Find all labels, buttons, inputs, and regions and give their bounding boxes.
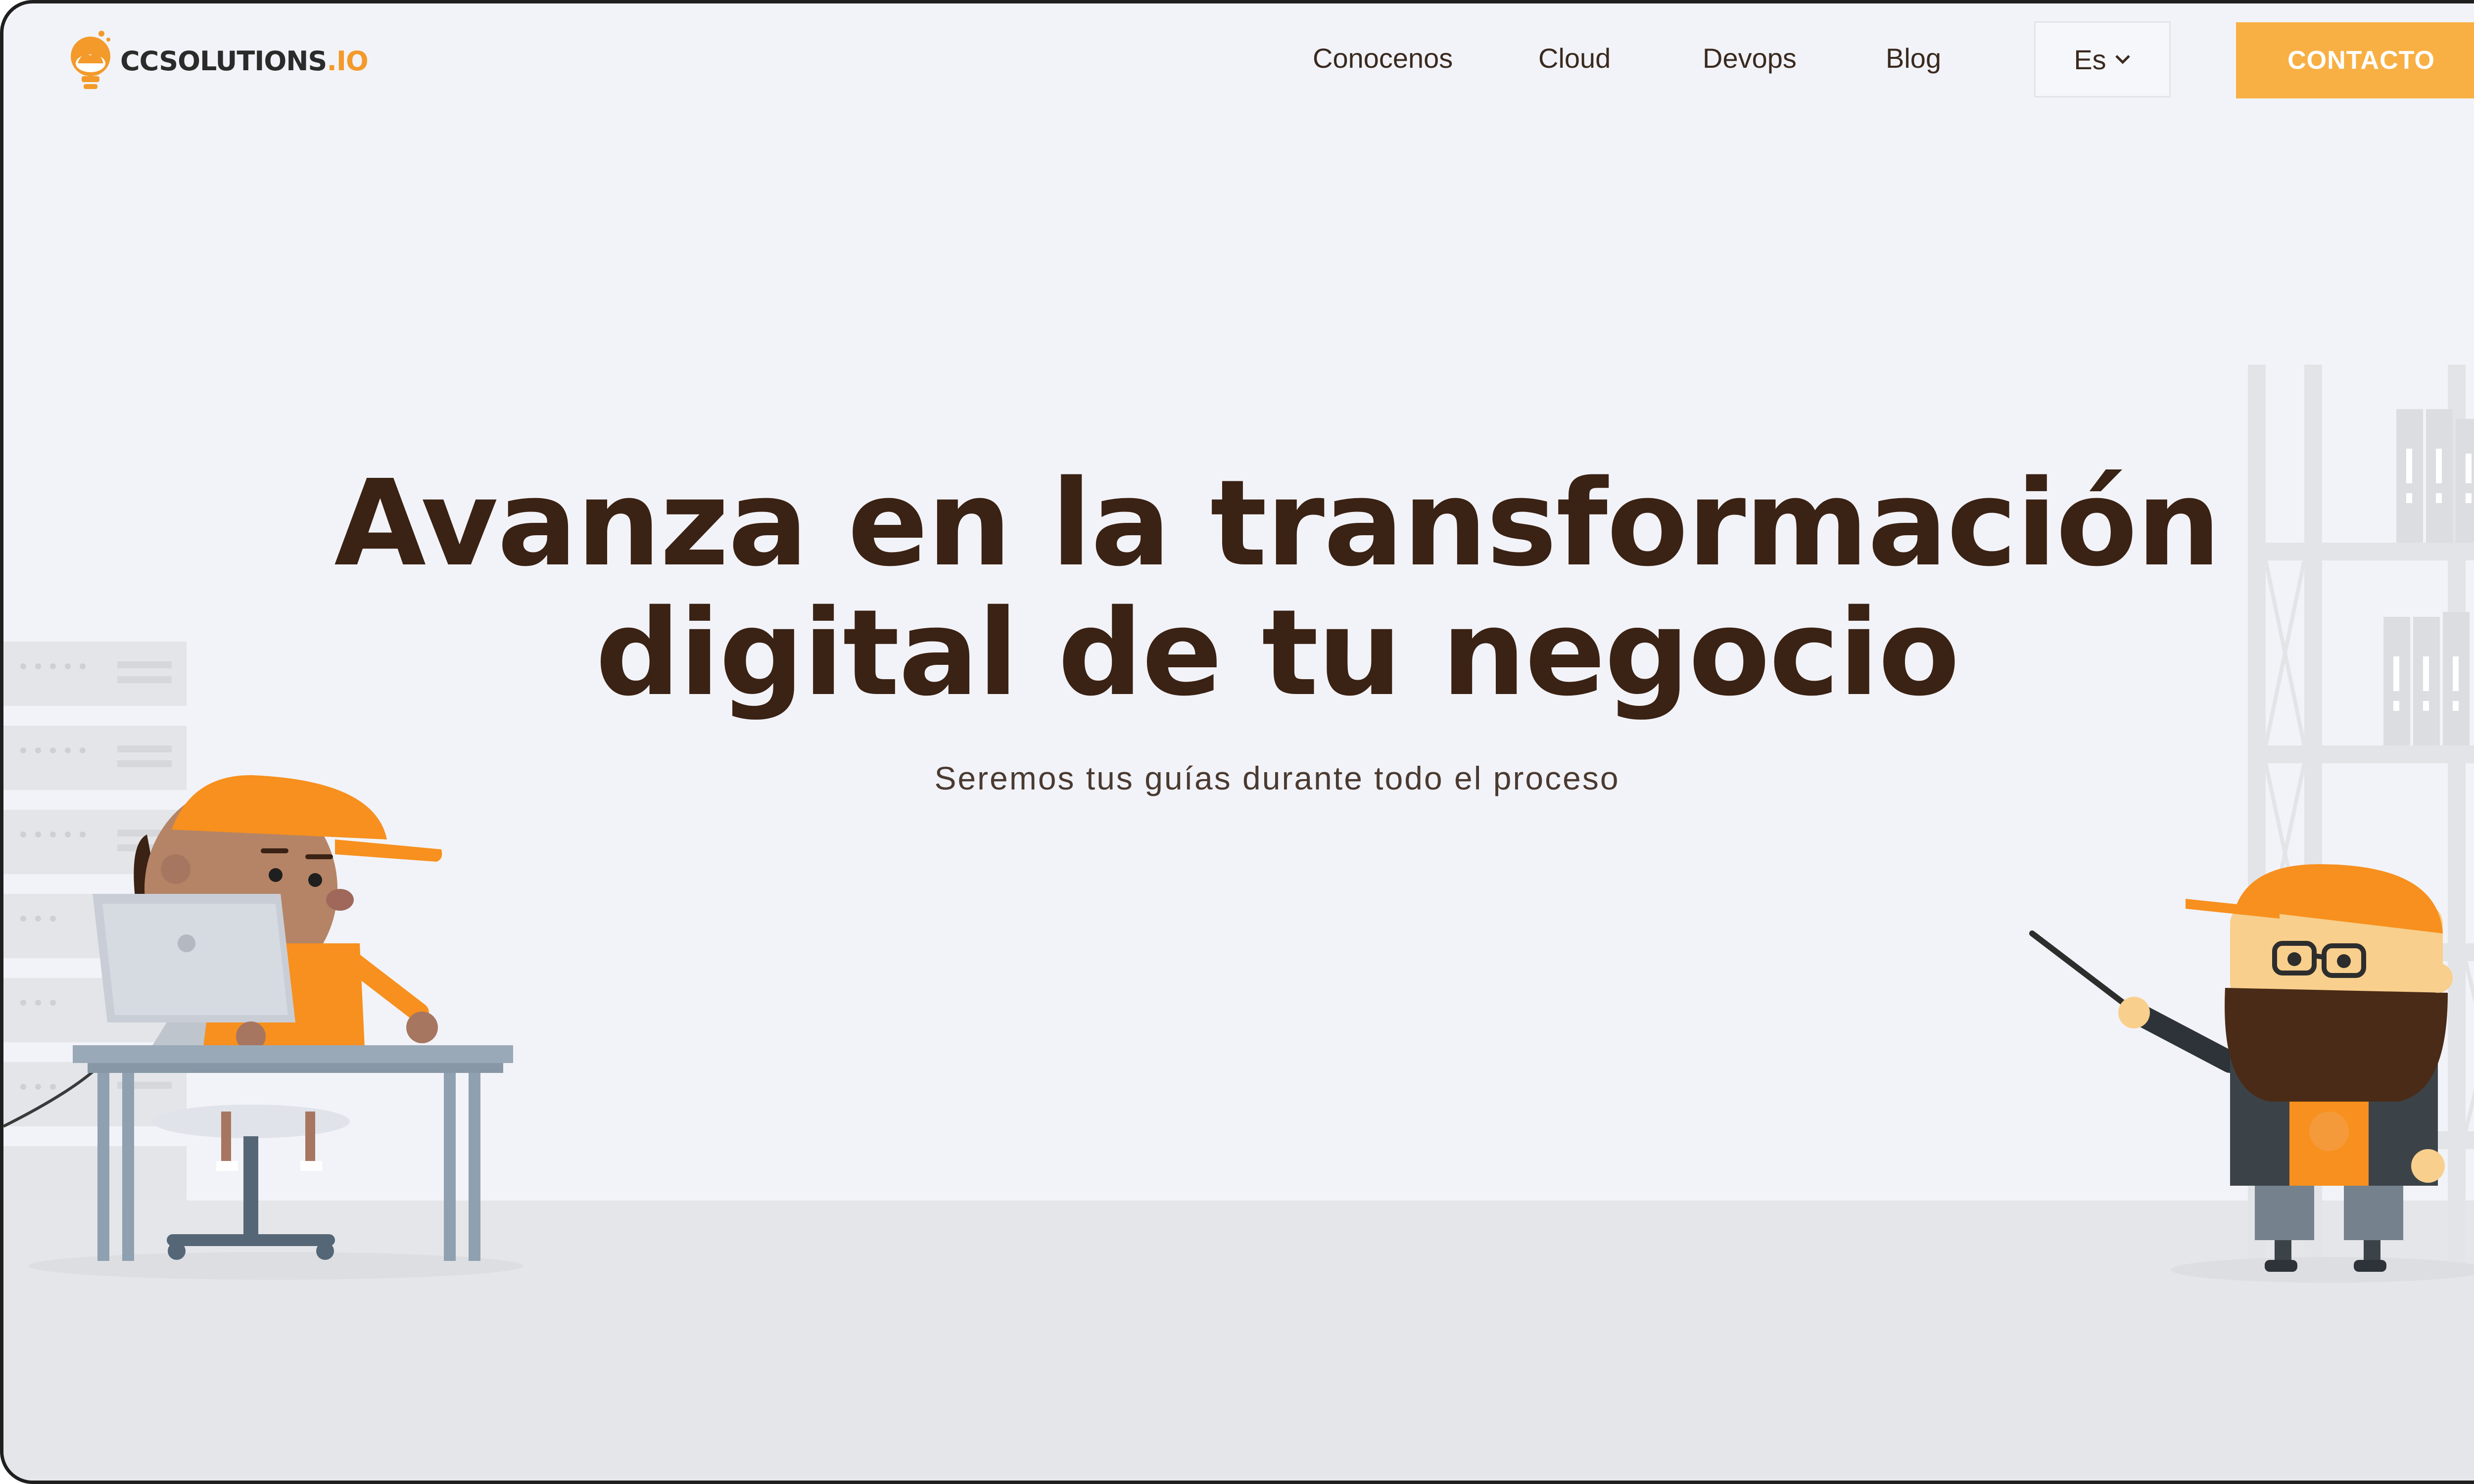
woman-at-desk-illustration (28, 775, 523, 1280)
bearded-man-illustration (2029, 864, 2474, 1283)
language-selector[interactable]: Es (2034, 21, 2171, 97)
logo-wordmark: CCSOLUTIONS.IO (120, 45, 369, 77)
lightbulb-logo-icon (71, 31, 110, 89)
nav-link-blog[interactable]: Blog (1886, 42, 1941, 74)
hero-subtitle: Seremos tus guías durante todo el proces… (934, 760, 1620, 796)
nav-link-devops[interactable]: Devops (1703, 42, 1797, 74)
hero-title-line1: Avanza en la transformación (334, 454, 2221, 593)
hero-title: Avanza en la transformación digital de t… (287, 459, 2267, 718)
language-label: Es (2074, 44, 2106, 75)
brand-logo[interactable]: CCSOLUTIONS.IO (67, 26, 369, 95)
nav-link-conocenos[interactable]: Conocenos (1313, 42, 1453, 74)
page-frame: CCSOLUTIONS.IO Conocenos Cloud Devops Bl… (0, 0, 2474, 1484)
nav-link-cloud[interactable]: Cloud (1538, 42, 1611, 74)
contact-button[interactable]: CONTACTO (2236, 22, 2474, 98)
hero-title-line2: digital de tu negocio (595, 584, 1960, 722)
chevron-down-icon (2115, 55, 2130, 64)
